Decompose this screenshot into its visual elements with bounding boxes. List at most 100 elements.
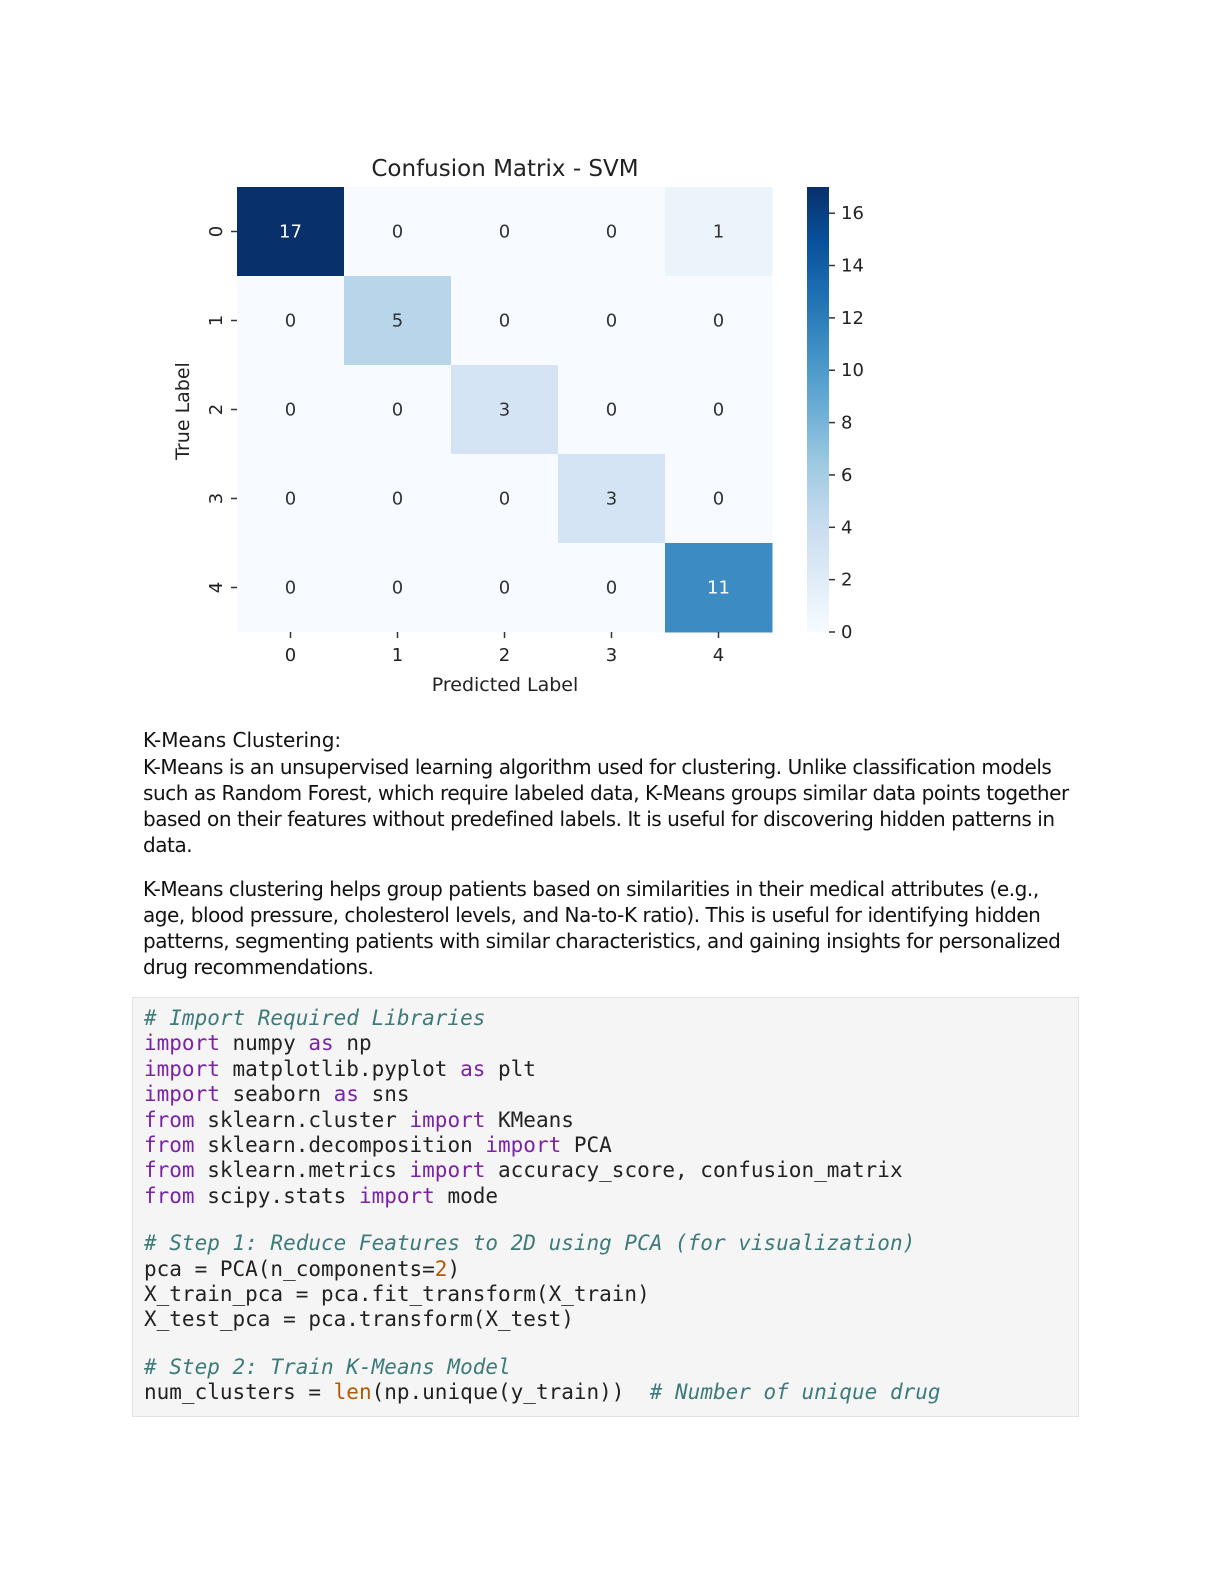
cell-value-label: 0 (392, 222, 403, 243)
chart-title: Confusion Matrix - SVM (371, 156, 638, 182)
code-token: KMeans (485, 1107, 574, 1132)
code-token: from (144, 1107, 195, 1132)
code-line: import seaborn as sns (144, 1082, 941, 1107)
cell-value-label: 0 (606, 222, 617, 243)
cell-value-label: 0 (392, 578, 403, 599)
code-line: # Step 1: Reduce Features to 2D using PC… (144, 1231, 941, 1256)
cell-value-label: 0 (499, 489, 510, 510)
cell-value-label: 3 (499, 400, 510, 421)
code-token: import (144, 1031, 220, 1056)
colorbar-tick-label: 10 (841, 360, 864, 381)
y-axis: 0 1 2 3 4 (206, 226, 237, 593)
code-token: seaborn (219, 1082, 334, 1107)
y-tick-label: 2 (206, 404, 227, 415)
code-token: sklearn.cluster (194, 1107, 410, 1132)
code-token: # Step 2: Train K-Means Model (144, 1354, 511, 1379)
x-tick-label: 4 (713, 645, 724, 666)
colorbar-tick-label: 0 (841, 622, 852, 643)
code-token: scipy.stats (194, 1183, 359, 1208)
code-line: from sklearn.metrics import accuracy_sco… (144, 1158, 941, 1183)
x-axis-label: Predicted Label (432, 674, 579, 696)
colorbar-ticks: 0 2 4 6 8 10 12 14 16 (829, 203, 864, 643)
cell-value-label: 0 (285, 311, 296, 332)
cell-value-label: 0 (392, 400, 403, 421)
paragraph-intro: K-Means is an unsupervised learning algo… (143, 755, 1069, 857)
code-token: X_train_pca = pca.fit_transform(X_train) (144, 1282, 650, 1307)
code-token: import (485, 1133, 562, 1158)
x-tick-label: 0 (285, 645, 296, 666)
cell-value-label: 0 (285, 400, 296, 421)
cell-value-label: 5 (392, 311, 403, 332)
code-token: import (409, 1158, 486, 1183)
cell-value-label: 0 (499, 311, 510, 332)
code-line: import matplotlib.pyplot as plt (144, 1057, 941, 1082)
code-token: (np.unique(y_train)) (371, 1380, 650, 1405)
code-token: mode (434, 1183, 499, 1208)
code-cell: # Import Required Libraries import numpy … (132, 997, 1079, 1417)
code-token: # Number of unique drug (649, 1380, 941, 1405)
paragraph-use-case: K-Means clustering helps group patients … (143, 877, 1061, 979)
cell-value-label: 11 (707, 578, 730, 599)
cell-value-label: 0 (606, 311, 617, 332)
cell-value-label: 1 (713, 222, 724, 243)
colorbar-tick-label: 16 (841, 203, 864, 224)
colorbar-tick-label: 2 (841, 570, 852, 591)
cell-value-label: 0 (606, 400, 617, 421)
code-token: from (144, 1158, 195, 1183)
cell-value-label: 0 (713, 400, 724, 421)
y-tick-label: 1 (206, 315, 227, 326)
colorbar-tick-label: 12 (841, 308, 864, 329)
code-line: # Step 2: Train K-Means Model (144, 1355, 941, 1380)
code-token: matplotlib.pyplot (219, 1056, 461, 1081)
code-line: # Import Required Libraries (144, 1006, 941, 1031)
code-line: from sklearn.decomposition import PCA (144, 1133, 941, 1158)
cell-value-label: 17 (279, 222, 302, 243)
cell-value-label: 0 (392, 489, 403, 510)
confusion-matrix-chart: Confusion Matrix - SVM 17 0 0 0 10 5 0 0 00 0 3 0 00… (172, 156, 864, 696)
cell-value-label: 0 (713, 311, 724, 332)
y-tick-label: 0 (206, 226, 227, 237)
section-heading: K-Means Clustering: (143, 728, 342, 752)
code-line: X_test_pca = pca.transform(X_test) (144, 1307, 941, 1332)
code-token: import (358, 1183, 435, 1208)
code-token: pca = PCA(n_components= (144, 1256, 435, 1281)
code-line: X_train_pca = pca.fit_transform(X_train) (144, 1282, 941, 1307)
code-token: sklearn.decomposition (194, 1133, 486, 1158)
code-token: sns (358, 1082, 410, 1107)
cell-value-label: 0 (606, 578, 617, 599)
code-line: num_clusters = len(np.unique(y_train)) #… (144, 1380, 941, 1405)
cell-value-label: 0 (713, 489, 724, 510)
code-token: 2 (434, 1256, 448, 1281)
code-token: accuracy_score, confusion_matrix (485, 1158, 903, 1183)
code-line: pca = PCA(n_components=2) (144, 1257, 941, 1282)
code-token: numpy (219, 1031, 309, 1056)
cell-value-label: 0 (499, 222, 510, 243)
code-token: as (333, 1082, 359, 1107)
code-block: # Import Required Libraries import numpy … (144, 1006, 941, 1406)
y-tick-label: 3 (206, 493, 227, 504)
code-token: X_test_pca = pca.transform(X_test) (144, 1307, 574, 1332)
code-token: plt (485, 1056, 536, 1081)
code-token: # Step 1: Reduce Features to 2D using PC… (144, 1231, 916, 1256)
code-token: len (333, 1380, 372, 1405)
code-token: # Import Required Libraries (144, 1006, 486, 1030)
code-token: as (460, 1056, 486, 1081)
colorbar-tick-label: 4 (841, 517, 852, 538)
code-token: sklearn.metrics (194, 1158, 410, 1183)
y-axis-label: True Label (172, 362, 194, 461)
colorbar-tick-label: 6 (841, 465, 852, 486)
code-token: PCA (561, 1133, 612, 1158)
colorbar-tick-label: 8 (841, 413, 852, 434)
code-token: as (308, 1031, 334, 1056)
colorbar-tick-label: 14 (841, 256, 864, 277)
code-token: import (409, 1107, 486, 1132)
code-token: num_clusters = (144, 1380, 334, 1405)
colorbar (807, 187, 829, 632)
code-line: from scipy.stats import mode (144, 1184, 941, 1209)
code-token: import (144, 1082, 220, 1107)
y-tick-label: 4 (206, 582, 227, 593)
x-tick-label: 3 (606, 645, 617, 666)
code-token: from (144, 1183, 195, 1208)
